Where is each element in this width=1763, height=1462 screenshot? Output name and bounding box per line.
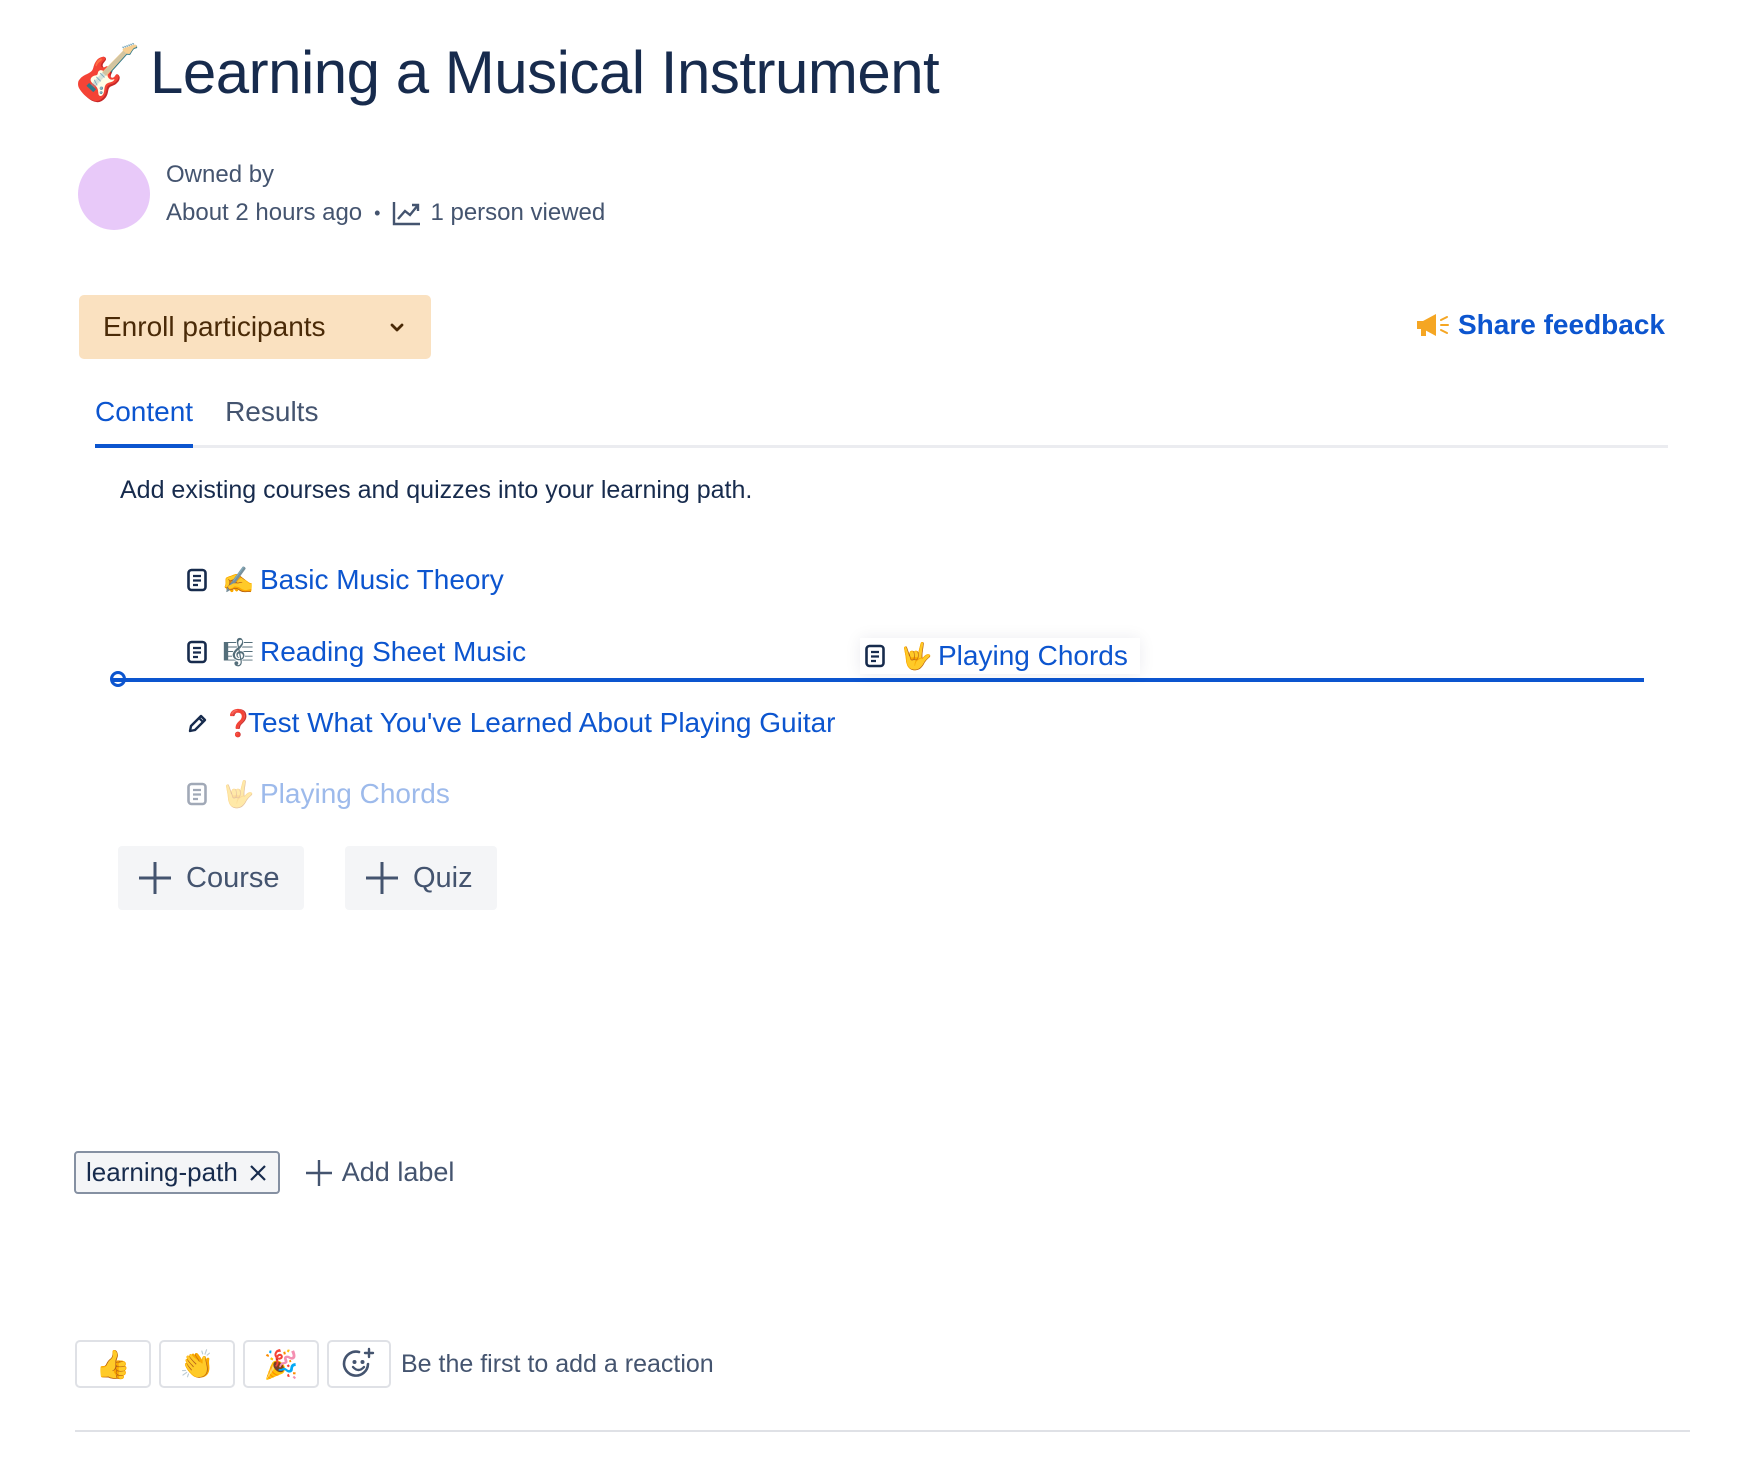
labels-bar: learning-path Add label [74,1151,454,1194]
plus-icon [305,1159,332,1186]
view-count[interactable]: 1 person viewed [430,194,605,232]
add-label-text: Add label [341,1157,455,1187]
list-item[interactable]: ✍️ Basic Music Theory [186,564,504,596]
item-title-link[interactable]: Reading Sheet Music [260,636,526,668]
item-emoji: 🎼 [222,636,255,667]
page-title: 🎸 Learning a Musical Instrument [74,38,940,107]
remove-label-icon[interactable] [248,1163,268,1183]
item-emoji: ✍️ [222,564,255,595]
item-title-link[interactable]: Playing Chords [260,778,450,810]
drag-preview-title: Playing Chords [938,640,1128,671]
pencil-quiz-icon [188,714,207,733]
enroll-participants-label: Enroll participants [103,311,326,342]
label-chip-text[interactable]: learning-path [86,1157,238,1188]
item-title-link[interactable]: Test What You've Learned About Playing G… [248,707,836,739]
reaction-thumbs-up-button[interactable]: 👍 [75,1340,151,1388]
add-course-button[interactable]: Course [118,846,304,910]
add-emoji-icon [342,1347,375,1377]
add-course-label: Course [186,861,280,894]
course-doc-icon [187,568,207,592]
course-doc-icon [187,640,207,664]
megaphone-icon [1417,314,1449,336]
enroll-participants-button[interactable]: Enroll participants [79,295,431,359]
avatar[interactable] [78,158,150,230]
reaction-party-button[interactable]: 🎉 [243,1340,319,1388]
page-title-text[interactable]: Learning a Musical Instrument [150,38,940,107]
reaction-prompt: Be the first to add a reaction [401,1349,714,1378]
share-feedback-link[interactable]: Share feedback [1414,309,1665,341]
content-intro: Add existing courses and quizzes into yo… [120,476,753,504]
list-item-dragging[interactable]: 🤟 Playing Chords [186,778,450,810]
drop-indicator-line [112,678,1644,682]
tab-bar: Content Results [95,396,1668,448]
divider [75,1430,1690,1432]
separator: • [374,203,381,223]
page-emoji[interactable]: 🎸 [74,46,141,100]
course-doc-icon [865,644,885,668]
add-label-button[interactable]: Add label [304,1157,455,1188]
share-feedback-label: Share feedback [1458,309,1665,340]
list-item[interactable]: ❓ Test What You've Learned About Playing… [186,707,836,739]
reaction-clap-button[interactable]: 👏 [159,1340,235,1388]
last-updated[interactable]: About 2 hours ago [166,194,362,232]
plus-icon [139,862,171,894]
label-chip[interactable]: learning-path [74,1151,280,1194]
chevron-down-icon [390,323,404,332]
byline: Owned by About 2 hours ago • 1 person vi… [78,156,605,232]
tab-content[interactable]: Content [95,396,194,448]
add-reaction-button[interactable] [327,1340,391,1388]
plus-icon [366,862,398,894]
add-quiz-button[interactable]: Quiz [345,846,497,910]
analytics-trend-icon [393,202,421,226]
item-emoji: 🤟 [222,778,255,809]
add-quiz-label: Quiz [413,861,473,894]
reactions-bar: 👍 👏 🎉 Be the first to add a reaction [75,1340,714,1388]
item-emoji: ❓ [222,707,255,738]
drag-preview[interactable]: 🤟 Playing Chords [860,638,1140,674]
owned-by-text: Owned by [166,161,275,188]
course-doc-icon [187,782,207,806]
item-title-link[interactable]: Basic Music Theory [260,564,504,596]
list-item[interactable]: 🎼 Reading Sheet Music [186,636,526,668]
tab-results[interactable]: Results [225,396,318,445]
drag-preview-emoji: 🤟 [900,640,933,671]
